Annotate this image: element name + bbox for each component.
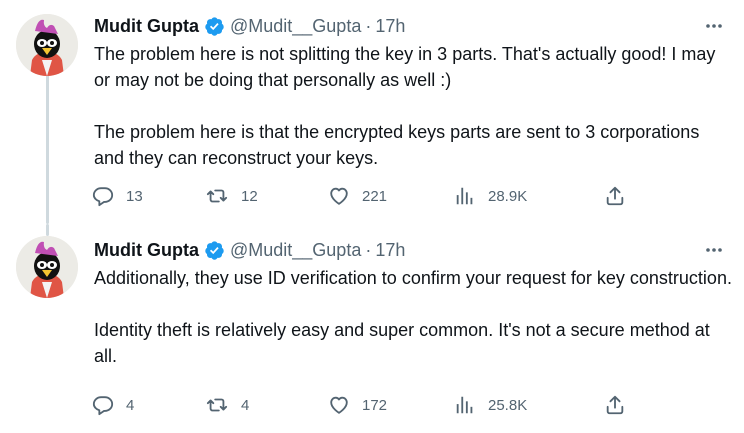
- reply-icon: [92, 187, 114, 207]
- views-button[interactable]: 25.8K: [454, 394, 527, 416]
- views-button[interactable]: 28.9K: [454, 185, 527, 207]
- timestamp[interactable]: 17h: [375, 16, 405, 37]
- tweet-header: Mudit Gupta @Mudit__Gupta · 17h: [94, 14, 405, 38]
- tweet-actions: 13 12 221 28.9K: [92, 184, 632, 208]
- reply-button[interactable]: 13: [92, 185, 143, 207]
- views-chart-icon: [456, 396, 473, 414]
- retweet-icon: [206, 189, 228, 203]
- heart-icon: [330, 396, 348, 414]
- more-options-button[interactable]: [702, 238, 726, 262]
- tweet-paragraph: Identity theft is relatively easy and su…: [94, 320, 710, 366]
- retweet-count: 12: [241, 187, 258, 205]
- tweet-text: Additionally, they use ID verification t…: [94, 265, 734, 369]
- views-count: 28.9K: [488, 187, 528, 205]
- reply-button[interactable]: 4: [92, 394, 134, 416]
- tweet-paragraph: Additionally, they use ID verification t…: [94, 268, 732, 288]
- penguin-avatar-icon: [16, 236, 78, 298]
- thread-line: [46, 72, 49, 224]
- more-icon: [706, 248, 722, 252]
- like-button[interactable]: 221: [328, 185, 387, 207]
- tweet-paragraph: The problem here is not splitting the ke…: [94, 44, 716, 90]
- avatar[interactable]: [16, 236, 78, 298]
- separator-dot: ·: [365, 239, 372, 260]
- user-handle[interactable]: @Mudit__Gupta: [230, 16, 361, 37]
- retweet-icon: [206, 398, 228, 412]
- tweet[interactable]: Mudit Gupta @Mudit__Gupta · 17h Addition…: [0, 224, 744, 433]
- views-count: 25.8K: [488, 396, 528, 414]
- like-button[interactable]: 172: [328, 394, 387, 416]
- retweet-button[interactable]: 12: [205, 185, 258, 207]
- like-count: 221: [362, 187, 388, 205]
- verified-badge-icon: [205, 240, 224, 260]
- display-name[interactable]: Mudit Gupta: [94, 240, 199, 261]
- tweet-text: The problem here is not splitting the ke…: [94, 41, 734, 171]
- views-chart-icon: [456, 187, 473, 205]
- heart-icon: [330, 187, 348, 205]
- share-icon: [606, 395, 624, 415]
- thread-line: [46, 224, 49, 236]
- retweet-button[interactable]: 4: [205, 394, 249, 416]
- tweet-actions: 4 4 172 25.8K: [92, 393, 632, 417]
- share-button[interactable]: [604, 185, 626, 207]
- tweet-header: Mudit Gupta @Mudit__Gupta · 17h: [94, 238, 405, 262]
- like-count: 172: [362, 396, 388, 414]
- share-button[interactable]: [604, 394, 626, 416]
- more-icon: [706, 24, 722, 28]
- verified-badge-icon: [205, 16, 224, 36]
- tweet-paragraph: The problem here is that the encrypted k…: [94, 122, 700, 168]
- more-options-button[interactable]: [702, 14, 726, 38]
- display-name[interactable]: Mudit Gupta: [94, 16, 199, 37]
- tweet[interactable]: Mudit Gupta @Mudit__Gupta · 17h The prob…: [0, 0, 744, 224]
- user-handle[interactable]: @Mudit__Gupta: [230, 240, 361, 261]
- reply-count: 13: [126, 187, 143, 205]
- retweet-count: 4: [241, 396, 250, 414]
- avatar[interactable]: [16, 14, 78, 76]
- penguin-avatar-icon: [16, 14, 78, 76]
- separator-dot: ·: [365, 15, 372, 36]
- reply-icon: [92, 396, 114, 416]
- reply-count: 4: [126, 396, 135, 414]
- share-icon: [606, 186, 624, 206]
- timestamp[interactable]: 17h: [375, 240, 405, 261]
